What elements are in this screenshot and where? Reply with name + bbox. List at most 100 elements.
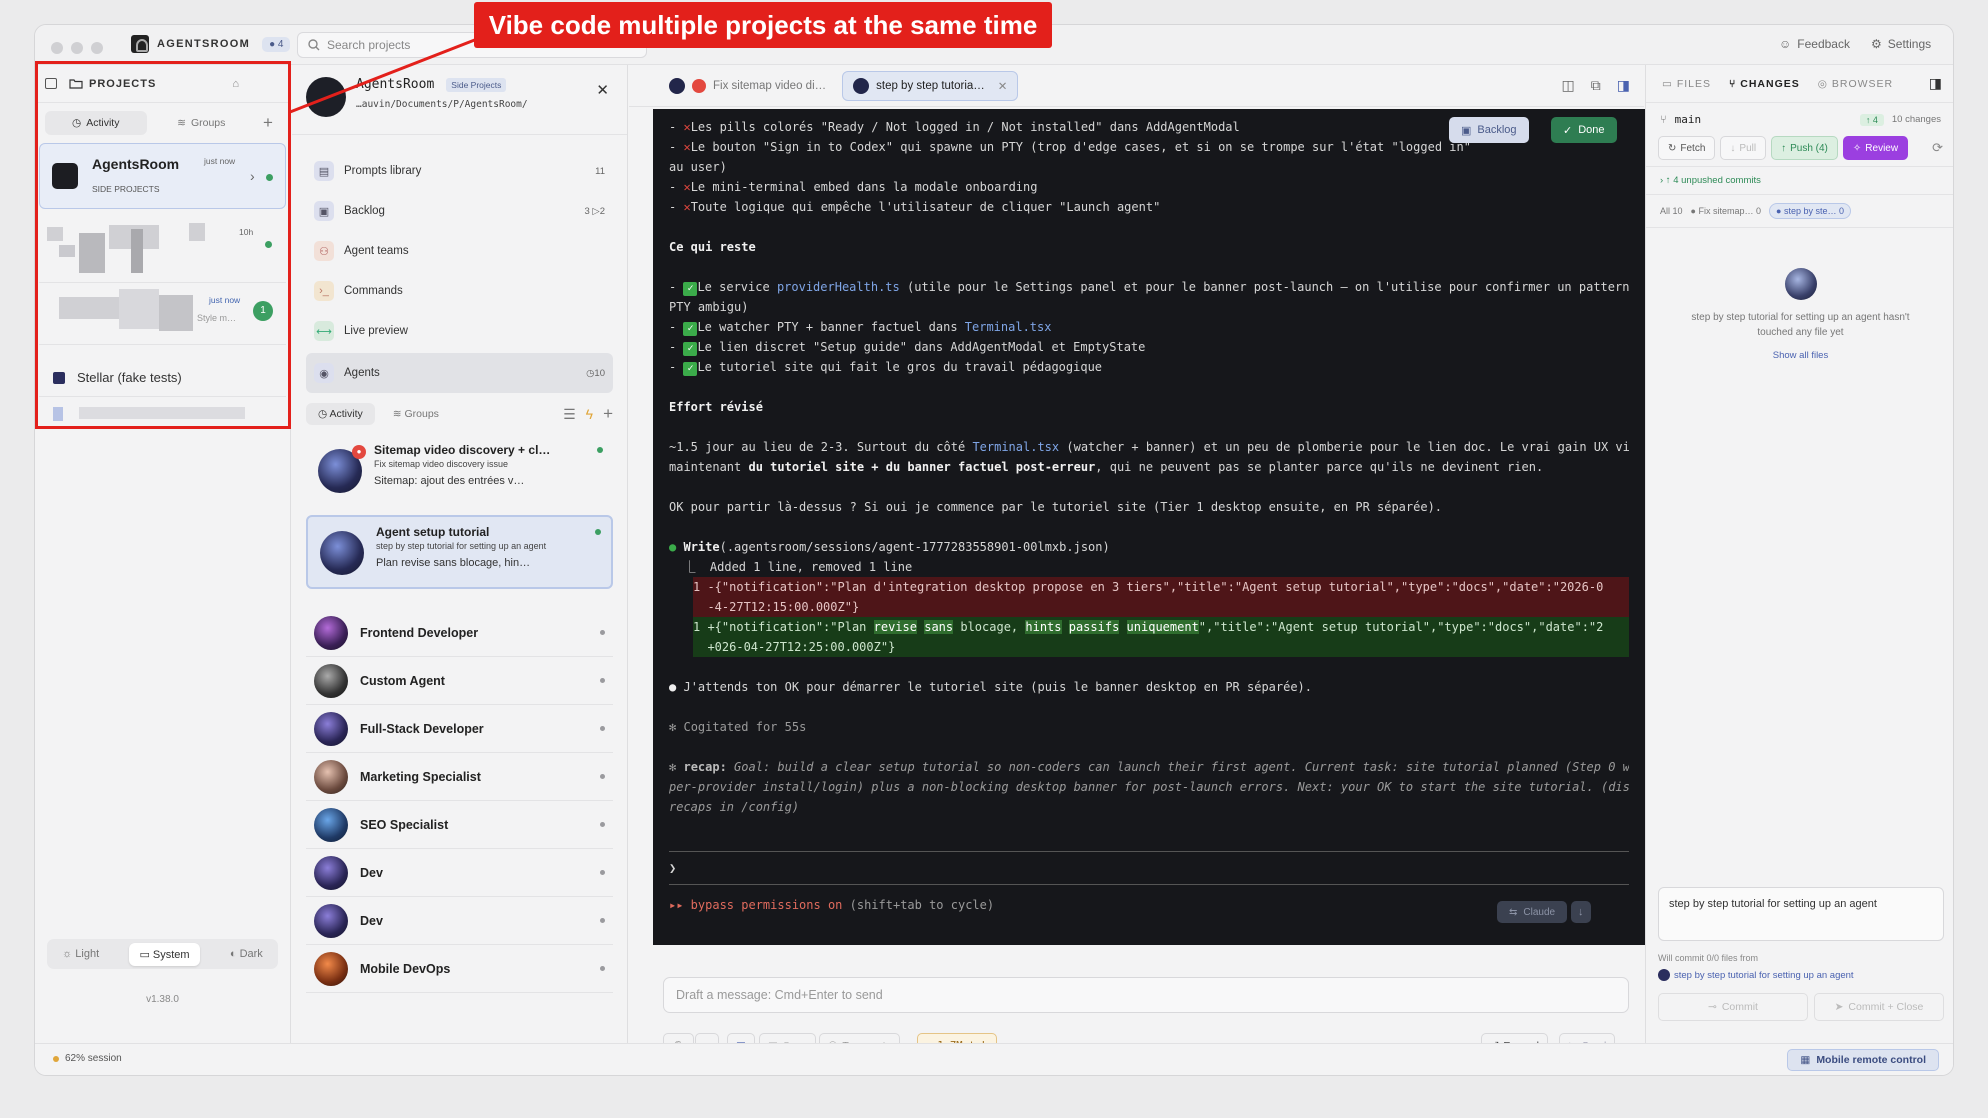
close-icon[interactable]: ✕ [596,81,609,99]
terminal-output[interactable]: - ✕Les pills colorés "Ready / Not logged… [653,109,1645,945]
agent-name: Frontend Developer [360,625,479,640]
agent-cli-switch[interactable]: ⇆ Claude [1497,901,1568,923]
prompt-caret[interactable]: ❯ [669,858,1629,878]
nav-count: 11 [595,165,605,177]
commit-message-input[interactable]: step by step tutorial for setting up an … [1658,887,1944,941]
agent-item[interactable]: Mobile DevOps [306,945,613,993]
session-card[interactable]: ● Sitemap video discovery + cl… Fix site… [306,435,613,509]
agent-avatar [314,759,348,794]
filter-icon[interactable]: ☰ [563,406,576,423]
message-composer[interactable]: Draft a message: Cmd+Enter to send [663,977,1629,1013]
agent-item[interactable]: Custom Agent [306,657,613,705]
composer-placeholder: Draft a message: Cmd+Enter to send [676,988,883,1002]
fetch-button[interactable]: ↻ Fetch [1658,136,1716,160]
status-dot [600,630,605,635]
nav-backlog[interactable]: ▣ Backlog 3 ▷2 [306,193,613,229]
session-view: Fix sitemap video di… step by step tutor… [629,65,1645,1075]
commit-close-button[interactable]: ➤ Commit + Close [1814,993,1944,1021]
theme-system-button[interactable]: ▭ System [129,942,200,966]
session-subtitle: Fix sitemap video discovery issue [374,459,509,469]
agent-name: Mobile DevOps [360,961,451,976]
x-mark-icon: ✕ [683,120,691,134]
agent-avatar [314,951,348,986]
nav-live-preview[interactable]: ⟷ Live preview [306,313,613,349]
nav-commands[interactable]: ›_ Commands [306,273,613,309]
file-link[interactable]: providerHealth.ts [777,280,900,294]
callout-text: Vibe code multiple projects at the same … [488,9,1038,40]
diff-added-line: +026-04-27T12:25:00.000Z"} [693,637,1629,657]
terminal-line: Le lien discret "Setup guide" dans AddAg… [697,340,1146,354]
agent-item[interactable]: Marketing Specialist [306,753,613,801]
theme-light-button[interactable]: ☼ Light [62,948,99,960]
tab-changes[interactable]: ⑂ CHANGES [1729,78,1800,90]
commit-button[interactable]: ⊸ Commit [1658,993,1808,1021]
session-title: Agent setup tutorial [376,525,490,539]
check-icon: ✓ [683,322,698,336]
tab-session-sitemap[interactable]: Fix sitemap video di… [659,71,836,101]
tab-browser[interactable]: ◎ BROWSER [1818,78,1893,90]
bypass-indicator: ▸▸ bypass permissions on [669,898,843,912]
scroll-bottom-icon[interactable]: ↓ [1571,901,1591,923]
status-dot [600,774,605,779]
minimize-window-button[interactable] [71,42,83,54]
feedback-button[interactable]: ☺ Feedback [1779,37,1850,51]
backlog-button[interactable]: ▣ Backlog [1449,117,1529,143]
source-agent-label: step by step tutorial for setting up an … [1674,969,1854,981]
nav-agent-teams[interactable]: ⚇ Agent teams [306,233,613,269]
session-card-selected[interactable]: Agent setup tutorial step by step tutori… [306,515,613,589]
unpushed-commits-row[interactable]: › ↑ 4 unpushed commits [1646,166,1953,195]
settings-button[interactable]: ⚙ Settings [1871,37,1931,51]
close-tab-icon[interactable]: ✕ [998,79,1008,93]
lightning-icon[interactable]: ϟ [586,406,593,422]
theme-dark-button[interactable]: ◐ Dark [230,948,263,960]
add-agent-button[interactable]: + [603,404,613,424]
close-window-button[interactable] [51,42,63,54]
cli-label: Claude [1523,906,1556,918]
app-window: AGENTSROOM ● 4 Search projects ☺ Feedback… [34,24,1954,1076]
filter-label: step by ste… [1783,206,1837,216]
nav-agents[interactable]: ◉ Agents ◷10 [306,353,613,393]
split-vertical-icon[interactable]: ◫ [1562,77,1575,94]
review-button[interactable]: ✧ Review [1842,136,1909,160]
filter-session-sitemap[interactable]: ● Fix sitemap… 0 [1691,206,1761,216]
pull-button[interactable]: ↓ Pull [1720,136,1767,160]
terminal-line: Les pills colorés "Ready / Not logged in… [690,120,1240,134]
file-link[interactable]: Terminal.tsx [972,440,1059,454]
tab-label: step by step tutoria… [876,79,985,92]
error-badge-icon: ● [352,445,366,459]
file-link[interactable]: Terminal.tsx [965,320,1052,334]
agent-avatar [314,663,348,698]
agent-item[interactable]: SEO Specialist [306,801,613,849]
app-brand: AGENTSROOM ● 4 [131,35,291,53]
filter-all[interactable]: All 10 [1660,206,1683,216]
book-icon: ▤ [314,161,334,181]
window-icon[interactable]: ⧉ [1591,77,1601,94]
filter-session-tutorial[interactable]: ● step by ste… 0 [1769,203,1851,219]
theme-light-label: Light [75,948,100,960]
mobile-remote-control-button[interactable]: ▦ Mobile remote control [1787,1049,1939,1071]
filter-label: Fix sitemap… [1698,206,1754,216]
agent-item[interactable]: Frontend Developer [306,609,613,657]
layout-icon[interactable]: ◨ [1617,77,1630,94]
status-dot [600,918,605,923]
done-button[interactable]: ✓ Done [1551,117,1617,143]
terminal-line: J'attends ton OK pour démarrer le tutori… [683,680,1313,694]
activity-view-button[interactable]: ◷ Activity [306,403,375,425]
session-last-message: Plan revise sans blocage, hin… [376,557,531,569]
tab-session-tutorial[interactable]: step by step tutoria… ✕ [842,70,1019,101]
nav-label: Agents [344,367,380,379]
nav-prompts-library[interactable]: ▤ Prompts library 11 [306,153,613,189]
refresh-icon[interactable]: ⟳ [1932,140,1943,156]
collapse-panel-icon[interactable]: ◨ [1929,75,1943,92]
diff-summary: Added 1 line, removed 1 line [709,560,913,574]
agent-item[interactable]: Dev [306,849,613,897]
show-all-files-link[interactable]: Show all files [1646,350,1953,361]
zoom-window-button[interactable] [91,42,103,54]
agent-item[interactable]: Full-Stack Developer [306,705,613,753]
push-button[interactable]: ↑ Push (4) [1771,136,1838,160]
tab-files-label: FILES [1676,77,1712,90]
groups-view-button[interactable]: ≋ Groups [385,403,447,425]
agent-item[interactable]: Dev [306,897,613,945]
callout-arrow [289,32,491,114]
tab-files[interactable]: ▭ FILES [1662,78,1711,90]
